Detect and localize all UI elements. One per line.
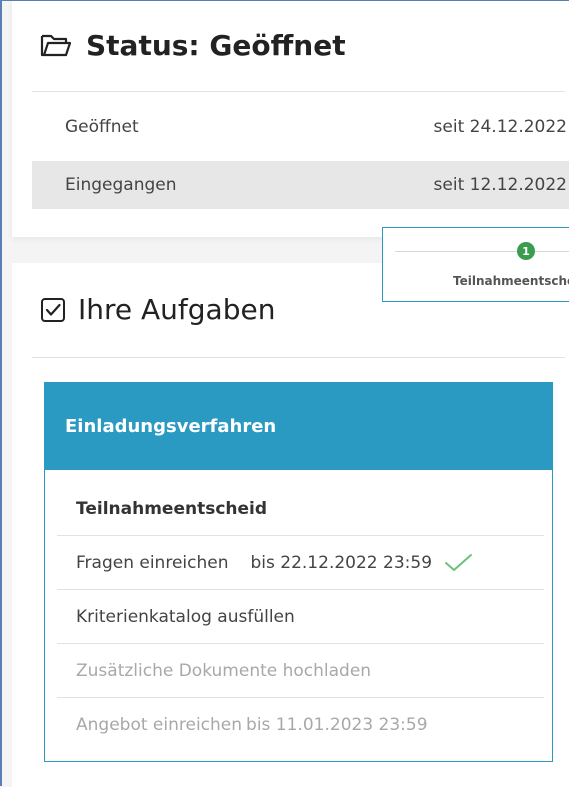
- step-label: Teilnahmeentscheid: [453, 274, 569, 288]
- task-item-label: Kriterienkatalog ausfüllen: [76, 606, 295, 627]
- status-row-value: seit 24.12.2022: [433, 117, 567, 137]
- process-card: Einladungsverfahren Teilnahmeentscheid F…: [44, 382, 553, 762]
- status-title: Status: Geöffnet: [86, 28, 346, 62]
- stepper-line: [395, 251, 569, 252]
- task-item-dokumente-hochladen: Zusätzliche Dokumente hochladen: [57, 643, 544, 697]
- checkbox-checked-icon: [41, 297, 65, 322]
- task-item-angebot-einreichen: Angebot einreichen bis 11.01.2023 23:59: [57, 697, 544, 751]
- step-indicator[interactable]: 1: [517, 242, 535, 260]
- task-item-deadline: bis 22.12.2022 23:59: [250, 552, 433, 573]
- page-frame: Status: Geöffnet Geöffnet seit 24.12.202…: [0, 0, 569, 787]
- status-row-label: Geöffnet: [65, 117, 139, 137]
- task-section-title: Teilnahmeentscheid: [76, 499, 268, 519]
- check-icon: [445, 553, 473, 571]
- process-header: Einladungsverfahren: [45, 383, 552, 470]
- task-item-fragen-einreichen[interactable]: Fragen einreichen bis 22.12.2022 23:59: [57, 535, 544, 589]
- status-header: Status: Geöffnet: [40, 25, 346, 65]
- task-item-label: Angebot einreichen: [76, 714, 243, 735]
- divider: [32, 357, 565, 358]
- status-row-value: seit 12.12.2022: [433, 175, 567, 195]
- status-row-label: Eingegangen: [65, 175, 177, 195]
- task-item-deadline: bis 11.01.2023 23:59: [246, 714, 428, 735]
- tasks-title: Ihre Aufgaben: [78, 293, 276, 326]
- folder-open-icon: [40, 34, 72, 57]
- task-item-kriterienkatalog[interactable]: Kriterienkatalog ausfüllen: [57, 589, 544, 643]
- status-card: Status: Geöffnet Geöffnet seit 24.12.202…: [12, 1, 569, 237]
- stepper-popup[interactable]: 1 Teilnahmeentscheid: [382, 227, 569, 302]
- status-row-received: Eingegangen seit 12.12.2022: [32, 161, 569, 209]
- divider: [32, 91, 565, 92]
- status-row-opened: Geöffnet seit 24.12.2022: [32, 103, 569, 151]
- tasks-header: Ihre Aufgaben: [40, 293, 275, 326]
- task-item-label: Fragen einreichen: [76, 552, 229, 573]
- task-item-label: Zusätzliche Dokumente hochladen: [76, 660, 372, 681]
